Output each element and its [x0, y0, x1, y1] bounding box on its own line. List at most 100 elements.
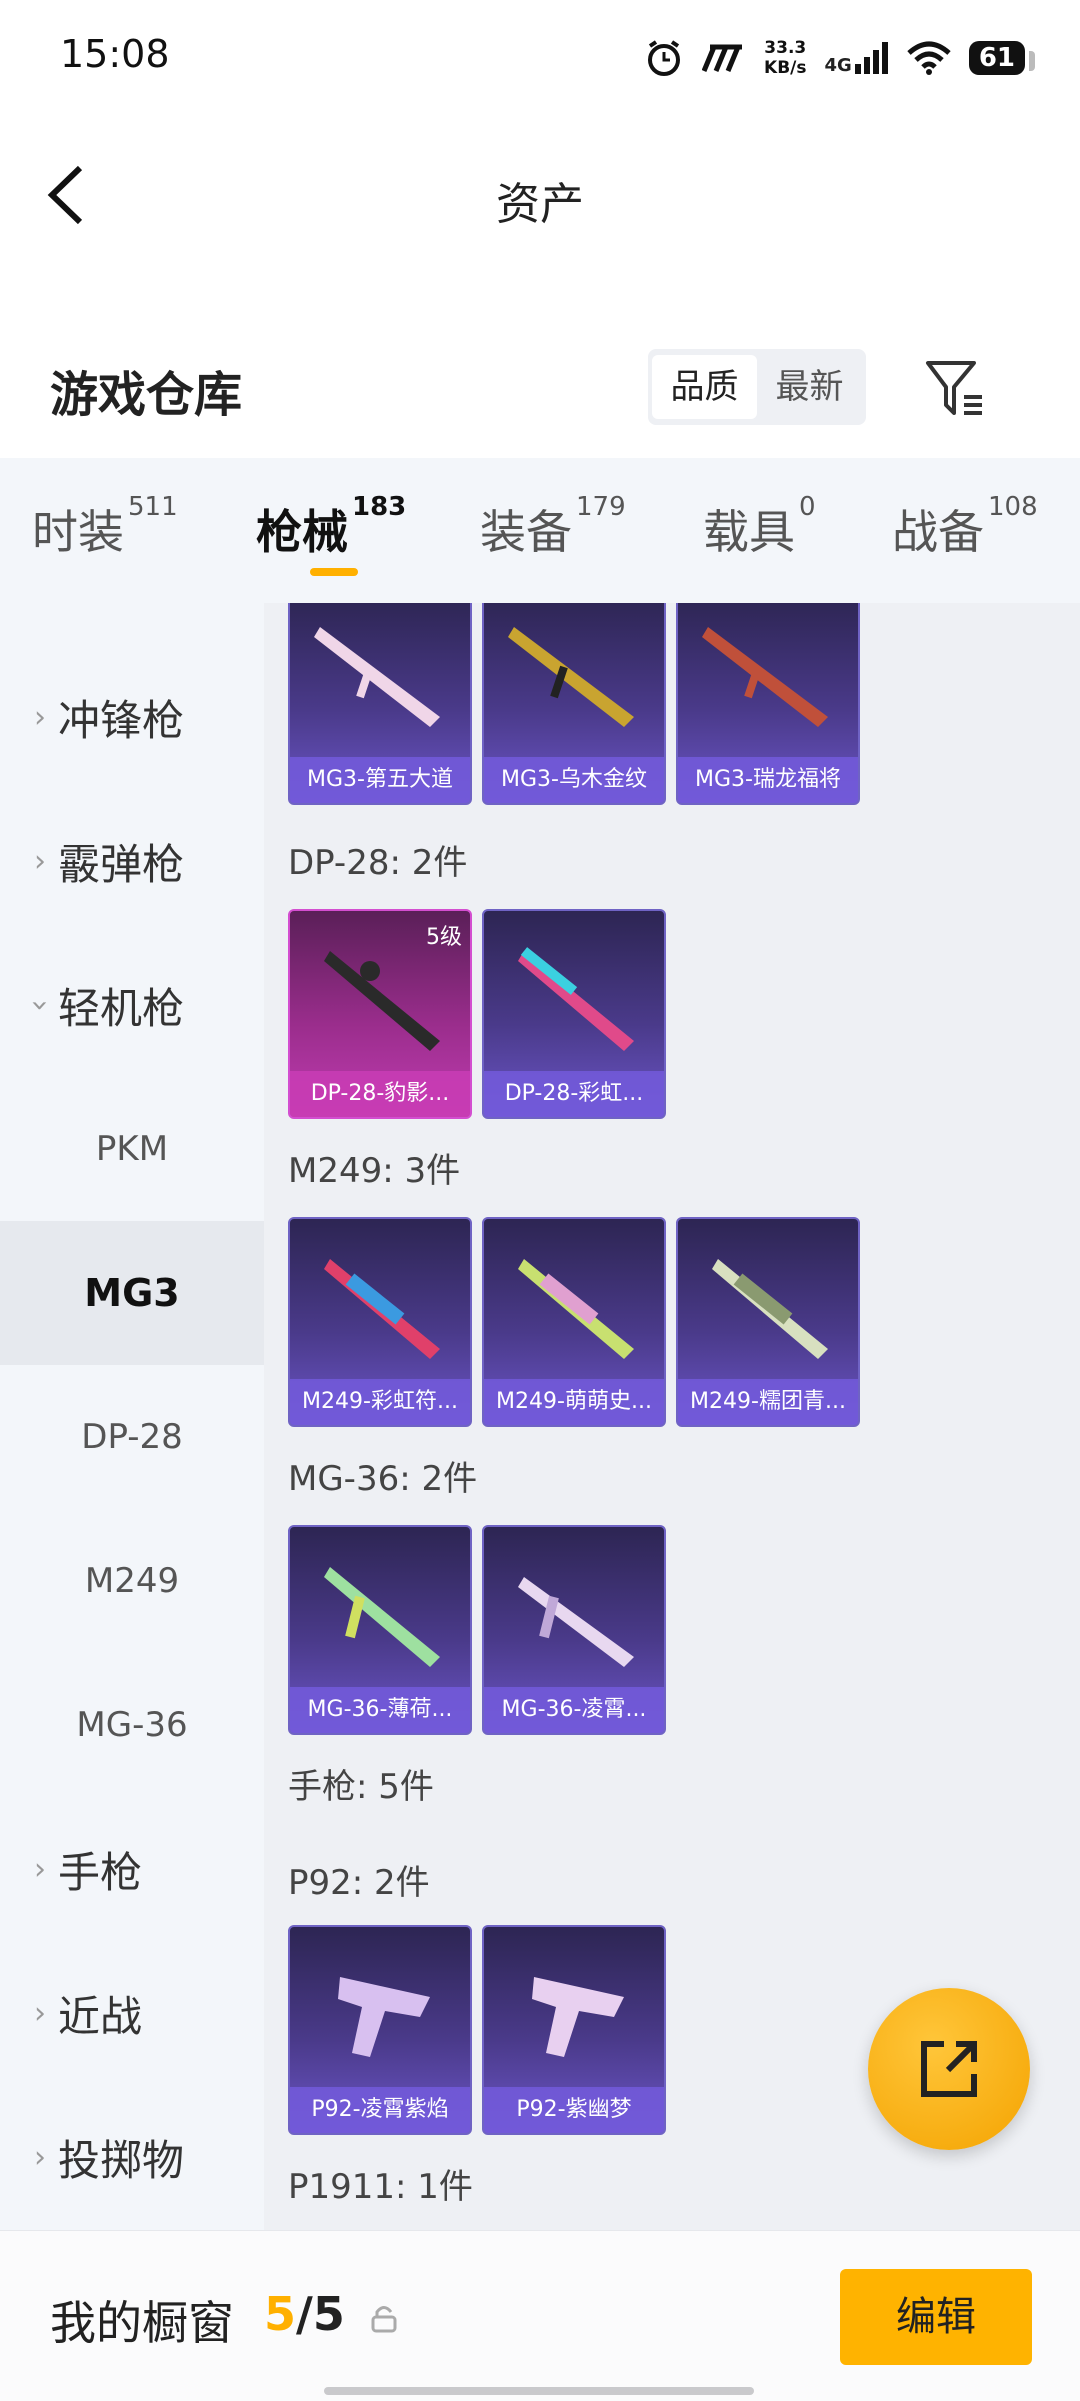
- item-name: MG3-乌木金纹: [484, 757, 664, 803]
- cellular-signal: 4G: [824, 42, 889, 76]
- tab-label: 时装: [32, 505, 124, 559]
- item-name: P92-紫幽梦: [484, 2087, 664, 2133]
- network-speed-unit: KB/s: [764, 58, 807, 78]
- chevron-right-icon: ›: [34, 1995, 46, 2031]
- item-card[interactable]: MG-36-凌霄...: [482, 1525, 666, 1735]
- lmg-skin-icon: [702, 627, 828, 727]
- tab-vehicles[interactable]: 载具 0: [703, 492, 816, 562]
- sidebar-cat-melee[interactable]: › 近战: [0, 1941, 264, 2085]
- battery-indicator: 61: [968, 41, 1036, 75]
- chevron-right-icon: ›: [34, 1851, 46, 1887]
- tab-count: 511: [128, 492, 178, 522]
- network-speed: 33.3 KB/s: [764, 38, 806, 78]
- tab-count: 183: [352, 492, 407, 522]
- sort-toggle: 品质 最新: [648, 349, 866, 425]
- sidebar-sub-dp28[interactable]: DP-28: [0, 1365, 264, 1509]
- sidebar-cat-pistol[interactable]: › 手枪: [0, 1797, 264, 1941]
- item-name: MG-36-薄荷...: [290, 1687, 470, 1733]
- home-indicator[interactable]: [324, 2387, 754, 2395]
- showcase-total: 5: [312, 2287, 345, 2341]
- chevron-down-icon: ›: [22, 999, 58, 1011]
- lmg-skin-icon: [712, 1259, 828, 1359]
- sidebar-cat-label: 投掷物: [58, 2135, 185, 2185]
- status-time: 15:08: [60, 32, 170, 76]
- item-name: M249-糯团青...: [678, 1379, 858, 1425]
- edit-button[interactable]: 编辑: [840, 2269, 1032, 2365]
- sidebar-sub-pkm[interactable]: PKM: [0, 1077, 264, 1221]
- group-label-mg36: MG-36: 2件: [288, 1459, 478, 1499]
- showcase-separator: /: [296, 2287, 313, 2341]
- tab-equipment[interactable]: 装备 179: [480, 492, 626, 562]
- alarm-icon: [648, 40, 681, 76]
- warehouse-title: 游戏仓库: [50, 367, 243, 423]
- filter-icon: [926, 361, 982, 415]
- tab-label: 装备: [480, 505, 572, 559]
- item-name: DP-28-彩虹...: [484, 1071, 664, 1117]
- item-card[interactable]: M249-彩虹符...: [288, 1217, 472, 1427]
- lmg-skin-icon: [324, 1567, 440, 1667]
- item-card[interactable]: MG-36-薄荷...: [288, 1525, 472, 1735]
- sidebar-cat-shotgun[interactable]: › 霰弹枪: [0, 789, 264, 933]
- signal-icon: [854, 42, 888, 74]
- showcase-count: 5/5: [264, 2287, 345, 2341]
- status-bar: 15:08 33.3 KB/s 4G 61: [0, 0, 1080, 120]
- item-card[interactable]: 5级 DP-28-豹影...: [288, 909, 472, 1119]
- group-label-pistol: 手枪: 5件: [288, 1767, 434, 1807]
- item-name: MG3-瑞龙福将: [678, 757, 858, 803]
- showcase-label: 我的橱窗: [50, 2296, 234, 2350]
- tab-count: 179: [576, 492, 626, 522]
- network-speed-value: 33.3: [764, 38, 807, 58]
- sidebar-cat-smg[interactable]: › 冲锋枪: [0, 645, 264, 789]
- item-card[interactable]: P92-凌霄紫焰: [288, 1925, 472, 2135]
- tab-count: 108: [988, 492, 1038, 522]
- lmg-skin-icon: [314, 627, 440, 727]
- sidebar-cat-label: 手枪: [58, 1847, 143, 1897]
- item-name: MG-36-凌霄...: [484, 1687, 664, 1733]
- showcase-bar: 我的橱窗 5/5 编辑: [0, 2230, 1080, 2401]
- showcase-used: 5: [264, 2287, 297, 2341]
- tab-label: 载具: [703, 505, 795, 559]
- share-fab-button[interactable]: [868, 1988, 1030, 2150]
- item-card[interactable]: DP-28-彩虹...: [482, 909, 666, 1119]
- category-tabs: 时装 511 枪械 183 装备 179 载具 0 战备 108: [0, 458, 1080, 603]
- weapon-type-sidebar: › 冲锋枪 › 霰弹枪 › 轻机枪 PKM MG3 DP-28 M249 MG-…: [0, 603, 264, 2230]
- filter-button[interactable]: [920, 353, 990, 423]
- wifi-icon: [907, 41, 951, 75]
- tab-count: 0: [799, 492, 816, 522]
- item-card[interactable]: MG3-第五大道: [288, 603, 472, 805]
- sidebar-sub-mg3[interactable]: MG3: [0, 1221, 264, 1365]
- group-label-dp28: DP-28: 2件: [288, 843, 468, 883]
- group-label-p92: P92: 2件: [288, 1863, 430, 1903]
- sidebar-sub-mg36[interactable]: MG-36: [0, 1653, 264, 1797]
- sidebar-sub-m249[interactable]: M249: [0, 1509, 264, 1653]
- lmg-skin-icon: [518, 947, 634, 1051]
- item-name: P92-凌霄紫焰: [290, 2087, 470, 2133]
- sort-quality-button[interactable]: 品质: [652, 355, 757, 419]
- sidebar-cat-throwables[interactable]: › 投掷物: [0, 2085, 264, 2229]
- item-card[interactable]: P92-紫幽梦: [482, 1925, 666, 2135]
- item-card[interactable]: M249-糯团青...: [676, 1217, 860, 1427]
- tab-combat-gear[interactable]: 战备 108: [892, 492, 1038, 562]
- sidebar-cat-lmg[interactable]: › 轻机枪: [0, 933, 264, 1077]
- tab-firearms[interactable]: 枪械 183: [256, 492, 406, 562]
- tab-fashion[interactable]: 时装 511: [32, 492, 178, 562]
- chevron-right-icon: ›: [34, 2139, 46, 2175]
- item-name: DP-28-豹影...: [290, 1071, 470, 1117]
- nav-bar: 资产: [0, 140, 1080, 250]
- tab-label: 枪械: [256, 505, 348, 559]
- group-label-p1911: P1911: 1件: [288, 2167, 473, 2207]
- item-level-badge: 5级: [426, 925, 462, 950]
- item-card[interactable]: MG3-乌木金纹: [482, 603, 666, 805]
- sort-newest-button[interactable]: 最新: [757, 355, 862, 419]
- item-name: MG3-第五大道: [290, 757, 470, 803]
- item-card[interactable]: M249-萌萌史...: [482, 1217, 666, 1427]
- item-card[interactable]: MG3-瑞龙福将: [676, 603, 860, 805]
- lmg-skin-icon: [518, 1577, 634, 1667]
- pistol-skin-icon: [338, 1977, 430, 2057]
- page-title: 资产: [496, 179, 584, 230]
- sidebar-cat-label: 冲锋枪: [58, 695, 185, 745]
- network-type: 4G: [824, 55, 852, 76]
- status-icons: 33.3 KB/s 4G 61: [644, 30, 1036, 86]
- sidebar-cat-label: 轻机枪: [58, 983, 185, 1033]
- pistol-skin-icon: [532, 1977, 624, 2057]
